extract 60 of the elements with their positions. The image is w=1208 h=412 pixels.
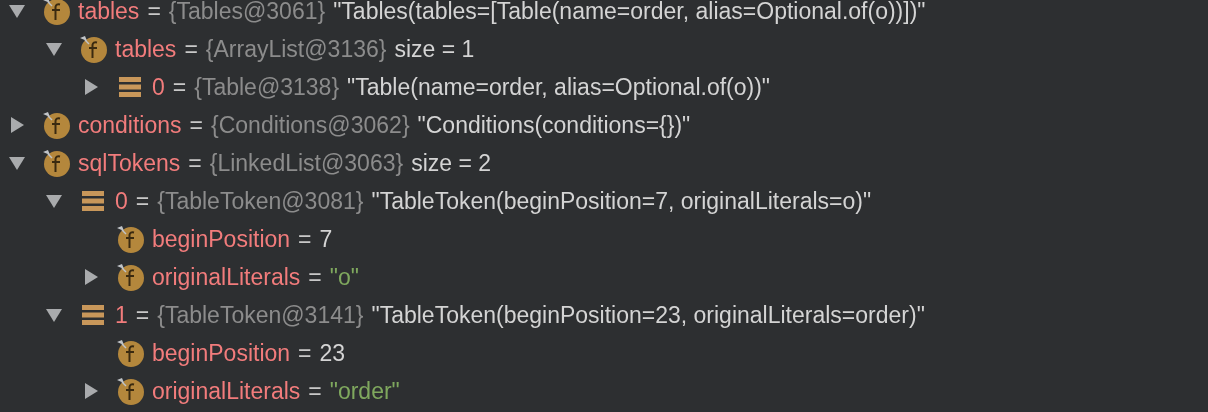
collapse-triangle-icon[interactable]	[9, 4, 25, 18]
array-element-icon	[81, 189, 105, 213]
value-text: 7	[319, 224, 333, 254]
value-text: "Tables(tables=[Table(name=order, alias=Optional.of(o))])"	[333, 0, 926, 26]
variable-name: tables	[115, 34, 177, 64]
type-reference: {Tables@3061}	[168, 0, 326, 26]
field-icon	[115, 338, 145, 368]
value-text: size = 2	[411, 148, 492, 178]
variable-name: 0	[152, 72, 165, 102]
value-text: "TableToken(beginPosition=7, originalLiterals=o)"	[371, 186, 872, 216]
equals-sign: =	[298, 338, 312, 368]
value-text: "Conditions(conditions={})"	[417, 110, 691, 140]
value-text: "Table(name=order, alias=Optional.of(o))"	[347, 72, 770, 102]
equals-sign: =	[184, 34, 198, 64]
variable-name: tables	[78, 0, 140, 26]
variable-name: originalLiterals	[152, 376, 301, 406]
equals-sign: =	[308, 262, 322, 292]
equals-sign: =	[189, 110, 203, 140]
string-value: "o"	[329, 262, 359, 292]
value-text: "TableToken(beginPosition=23, originalLiterals=order)"	[371, 300, 925, 330]
equals-sign: =	[308, 376, 322, 406]
type-reference: {LinkedList@3063}	[209, 148, 404, 178]
field-icon	[41, 110, 71, 140]
expand-triangle-icon[interactable]	[84, 383, 98, 399]
expand-triangle-icon[interactable]	[84, 79, 98, 95]
collapse-triangle-icon[interactable]	[46, 194, 62, 208]
equals-sign: =	[188, 148, 202, 178]
field-icon	[115, 262, 145, 292]
array-element-icon	[81, 303, 105, 327]
equals-sign: =	[135, 300, 150, 330]
field-icon	[41, 148, 71, 178]
variable-name: conditions	[78, 110, 182, 140]
variable-name: sqlTokens	[78, 148, 181, 178]
field-icon	[115, 224, 145, 254]
type-reference: {TableToken@3081}	[157, 186, 364, 216]
collapse-triangle-icon[interactable]	[46, 42, 62, 56]
string-value: "order"	[329, 376, 400, 406]
array-element-icon	[118, 75, 142, 99]
variable-name: 0	[115, 186, 128, 216]
variable-name: beginPosition	[152, 338, 291, 368]
value-text: size = 1	[394, 34, 475, 64]
field-icon	[78, 34, 108, 64]
field-icon	[115, 376, 145, 406]
equals-sign: =	[135, 186, 150, 216]
type-reference: {Table@3138}	[194, 72, 340, 102]
variable-name: 1	[115, 300, 128, 330]
variable-name: originalLiterals	[152, 262, 301, 292]
field-icon	[41, 0, 71, 26]
expand-triangle-icon[interactable]	[84, 269, 98, 285]
type-reference: {Conditions@3062}	[211, 110, 410, 140]
expand-triangle-icon[interactable]	[10, 117, 24, 133]
type-reference: {TableToken@3141}	[157, 300, 364, 330]
type-reference: {ArrayList@3136}	[205, 34, 387, 64]
value-text: 23	[319, 338, 346, 368]
equals-sign: =	[172, 72, 187, 102]
collapse-triangle-icon[interactable]	[9, 156, 25, 170]
equals-sign: =	[298, 224, 312, 254]
variable-name: beginPosition	[152, 224, 291, 254]
equals-sign: =	[147, 0, 161, 26]
collapse-triangle-icon[interactable]	[46, 308, 62, 322]
